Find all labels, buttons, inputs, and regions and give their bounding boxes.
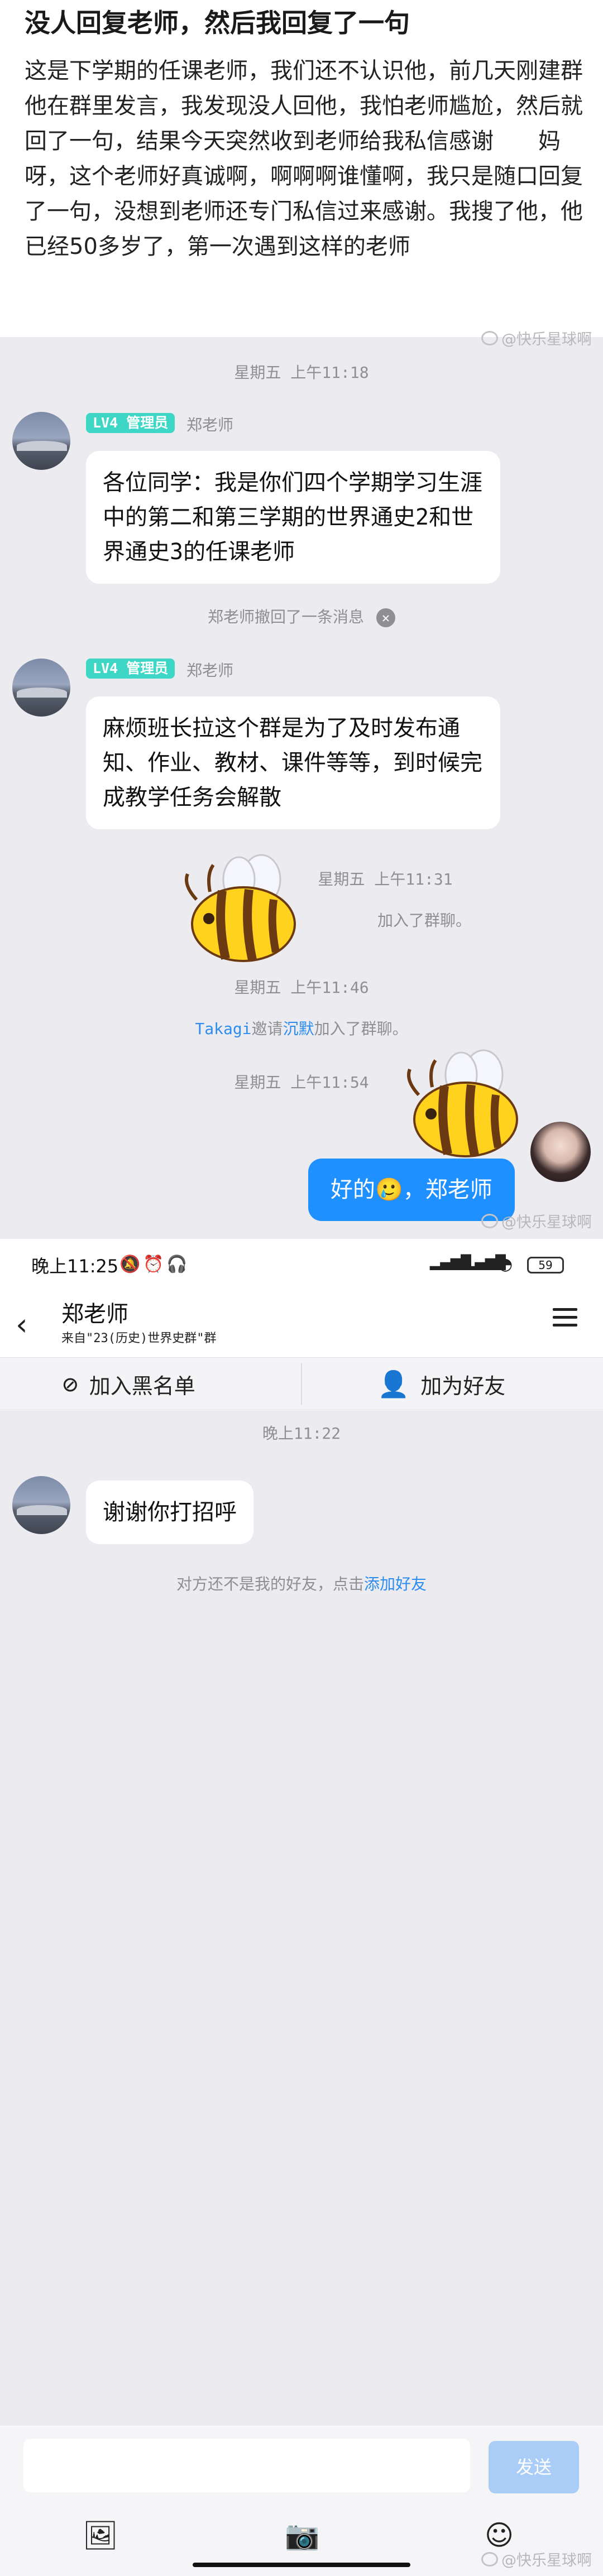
post-title: 没人回复老师，然后我回复了一句 bbox=[25, 8, 410, 38]
block-icon: ⊘ bbox=[63, 1369, 78, 1399]
contact-name: 郑老师 bbox=[61, 1301, 128, 1327]
mute-icon: 🔕 bbox=[119, 1255, 141, 1274]
sender-name: 郑老师 bbox=[186, 661, 234, 680]
invite-notice: Takagi邀请沉默加入了群聊。 bbox=[195, 1020, 408, 1038]
input-area: 发送 🖼 📷 ☺ @快乐星球啊 bbox=[0, 2426, 603, 2576]
not-friend-notice: 对方还不是我的好友，点击添加好友 bbox=[176, 1575, 427, 1593]
message-text: 谢谢你打招呼 bbox=[103, 1500, 237, 1525]
message-bubble[interactable]: 麻烦班长拉这个群是为了及时发布通知、作业、教材、课件等等，到时候完成教学任务会解… bbox=[86, 696, 500, 829]
weibo-icon bbox=[481, 1213, 498, 1228]
message-bubble[interactable]: 各位同学：我是你们四个学期学习生涯中的第二和第三学期的世界通史2和世界通史3的任… bbox=[86, 451, 500, 584]
battery-icon: 59 bbox=[527, 1257, 564, 1273]
blacklist-button[interactable]: ⊘ 加入黑名单 bbox=[63, 1358, 195, 1410]
timestamp: 晚上11:22 bbox=[262, 1424, 341, 1443]
group-chat-screenshot: @快乐星球啊 星期五 上午11:18 LV4 管理员 郑老师 各位同学：我是你们… bbox=[0, 330, 603, 1239]
add-friend-link[interactable]: 添加好友 bbox=[364, 1575, 427, 1593]
watermark: @快乐星球啊 bbox=[481, 1210, 592, 1232]
contact-source: 来自"23(历史)世界史群"群 bbox=[61, 1332, 217, 1345]
alarm-icon: ⏰ bbox=[143, 1255, 164, 1274]
menu-icon[interactable] bbox=[553, 1308, 577, 1332]
my-avatar[interactable] bbox=[530, 1122, 591, 1182]
recall-notice: 郑老师撤回了一条消息 ✕ bbox=[0, 605, 603, 627]
teacher-avatar[interactable] bbox=[12, 659, 70, 717]
add-user-icon: 👤 bbox=[377, 1368, 410, 1399]
timestamp: 星期五 上午11:46 bbox=[234, 978, 369, 997]
status-bar: 晚上11:25 🔕 ⏰ 🎧 ▂▄▆█ ▂▄▆█ ◔ 59 bbox=[0, 1240, 603, 1288]
message-input[interactable] bbox=[23, 2439, 470, 2492]
post-section: 没人回复老师，然后我回复了一句 这是下学期的任课老师，我们还不认识他，前几天刚建… bbox=[0, 0, 603, 335]
teacher-avatar[interactable] bbox=[12, 412, 70, 470]
chat-header: ‹ 郑老师 来自"23(历史)世界史群"群 bbox=[0, 1288, 603, 1357]
add-friend-button[interactable]: 👤 加为好友 bbox=[377, 1358, 505, 1410]
wifi-icon: ◔ bbox=[498, 1255, 513, 1274]
admin-badge: LV4 管理员 bbox=[86, 659, 175, 679]
send-button[interactable]: 发送 bbox=[489, 2441, 579, 2493]
headphone-icon: 🎧 bbox=[166, 1255, 188, 1274]
bee-sticker-icon bbox=[185, 854, 296, 962]
stranger-actions-bar: ⊘ 加入黑名单 👤 加为好友 bbox=[0, 1357, 603, 1410]
watermark: @快乐星球啊 bbox=[481, 2548, 592, 2570]
back-arrow-icon[interactable]: ‹ bbox=[16, 1307, 28, 1342]
message-bubble[interactable]: 谢谢你打招呼 bbox=[86, 1481, 253, 1544]
teacher-avatar[interactable] bbox=[12, 1476, 70, 1534]
timestamp: 星期五 上午11:31 bbox=[318, 870, 453, 888]
invitee-link[interactable]: 沉默 bbox=[283, 1020, 314, 1038]
message-text: 麻烦班长拉这个群是为了及时发布通知、作业、教材、课件等等，到时候完成教学任务会解… bbox=[103, 715, 482, 810]
weibo-icon bbox=[481, 330, 498, 345]
post-body: 这是下学期的任课老师，我们还不认识他，前几天刚建群他在群里发言，我发现没人回他，… bbox=[25, 58, 583, 259]
emoji-icon[interactable]: ☺ bbox=[485, 2519, 514, 2551]
watermark: @快乐星球啊 bbox=[481, 327, 592, 349]
admin-badge: LV4 管理员 bbox=[86, 413, 175, 433]
private-chat-area: 晚上11:22 谢谢你打招呼 对方还不是我的好友，点击添加好友 bbox=[0, 1410, 603, 2426]
bee-sticker-icon bbox=[407, 1049, 518, 1157]
sender-name: 郑老师 bbox=[186, 416, 234, 434]
home-indicator bbox=[193, 2563, 410, 2567]
message-text: 各位同学：我是你们四个学期学习生涯中的第二和第三学期的世界通史2和世界通史3的任… bbox=[103, 470, 482, 565]
image-icon[interactable]: 🖼 bbox=[83, 2519, 118, 2552]
camera-icon[interactable]: 📷 bbox=[285, 2519, 319, 2552]
status-time: 晚上11:25 bbox=[31, 1256, 119, 1277]
weibo-icon bbox=[481, 2551, 498, 2567]
timestamp: 星期五 上午11:18 bbox=[234, 363, 369, 382]
close-icon[interactable]: ✕ bbox=[376, 608, 395, 627]
inviter-link[interactable]: Takagi bbox=[195, 1020, 251, 1038]
